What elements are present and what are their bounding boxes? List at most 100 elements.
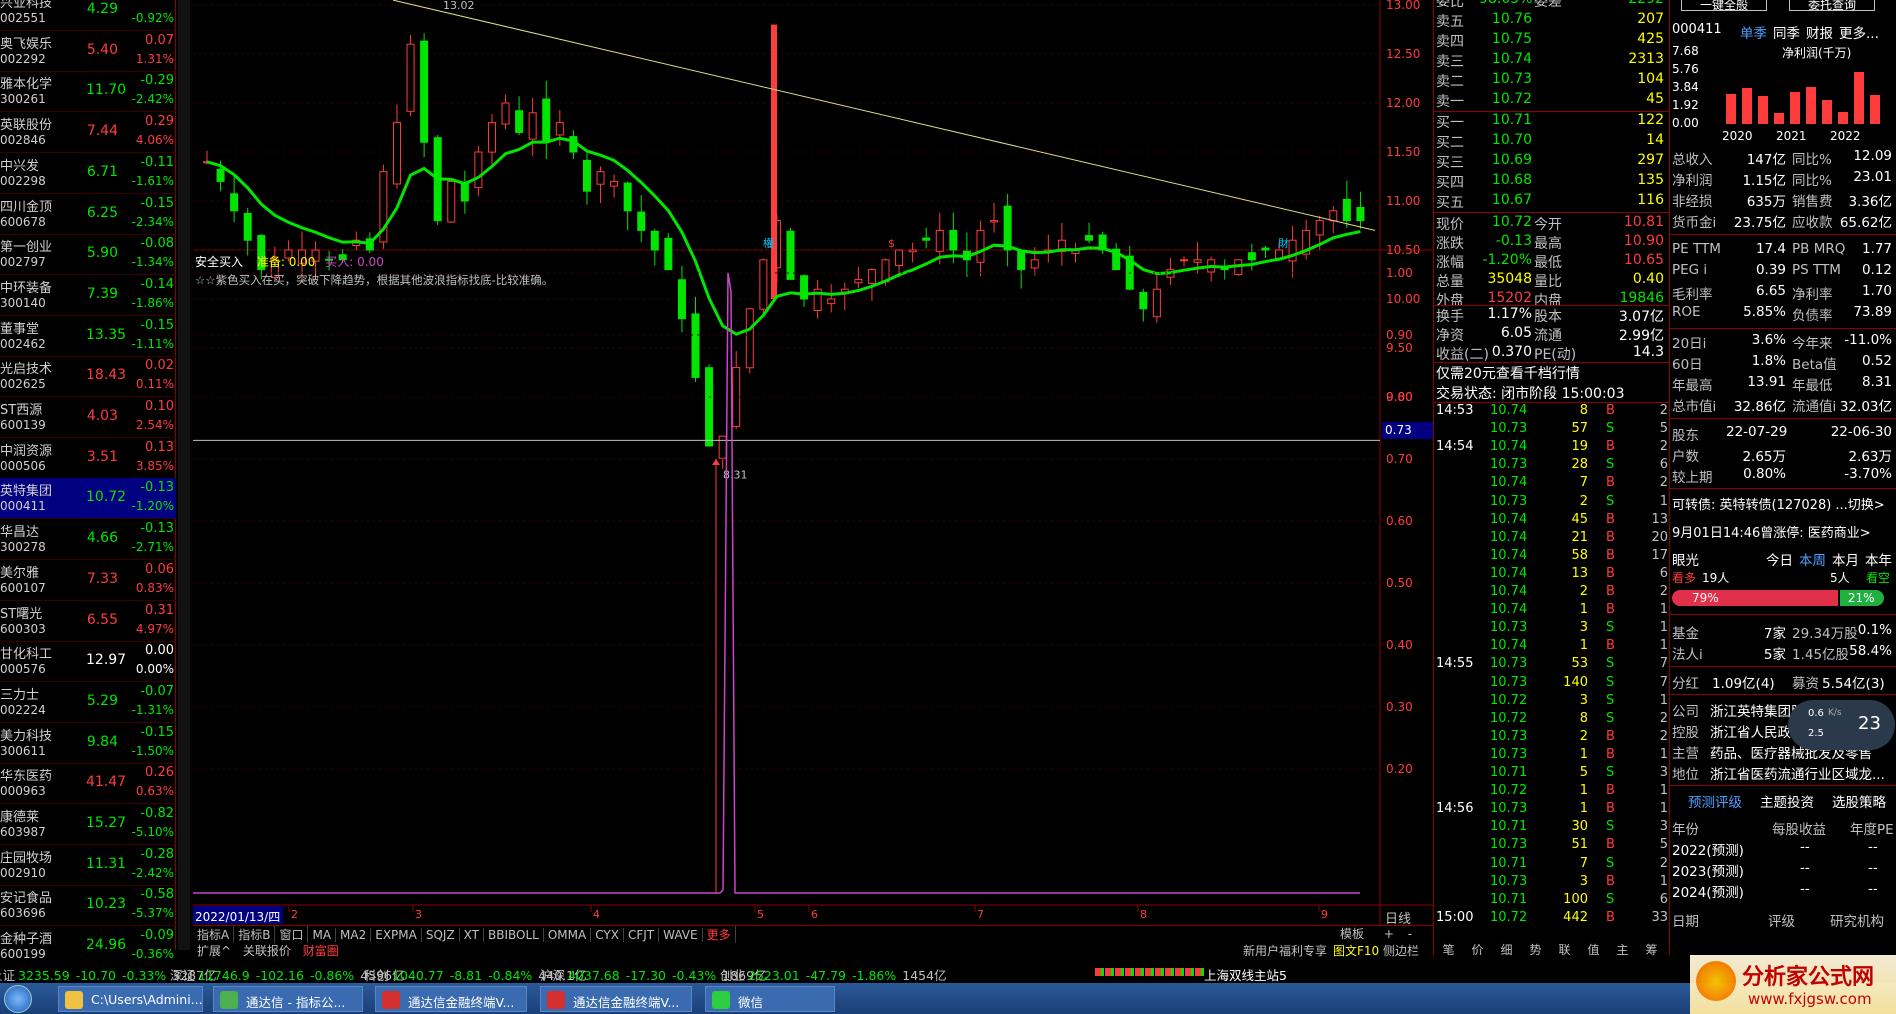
depth-promo[interactable]: 仅需20元查看千档行情 xyxy=(1436,363,1580,383)
network-speed-widget[interactable]: 0.6 2.5 K/s 23 xyxy=(1788,700,1895,750)
stat-label: 现价 xyxy=(1436,217,1464,233)
vision-option[interactable]: 今日 xyxy=(1766,549,1793,569)
stock-row[interactable]: 董事堂 002462 13.35 -0.15 -1.11% xyxy=(0,316,176,357)
stock-row[interactable]: 兴业科技 002551 4.29 -0.92% xyxy=(0,0,176,31)
order-tab[interactable]: 联 xyxy=(1550,941,1579,958)
candle-body xyxy=(677,279,686,320)
taskbar-button[interactable]: 通达信 - 指标公... xyxy=(213,986,363,1012)
kline-chart[interactable]: 13.00 12.50 12.00 11.50 11.00 10.50 10.00 9.50 9… xyxy=(193,0,1433,925)
f10-tab[interactable]: 同季 xyxy=(1773,26,1800,42)
stock-row[interactable]: 金种子酒 600199 24.96 -0.09 -0.36% xyxy=(0,926,176,968)
order-tab[interactable]: 主 xyxy=(1608,941,1637,958)
stock-row[interactable]: 安记食品 603696 10.23 -0.58 -5.37% xyxy=(0,885,176,927)
stock-row[interactable]: 雅本化学 300261 11.70 -0.29 -2.42% xyxy=(0,71,176,113)
index-item[interactable]: 创业 2523.01 -47.79 -1.86% 1454亿 xyxy=(720,965,947,984)
wealth-circle-tab[interactable]: 财富圈 xyxy=(299,944,343,958)
stock-row[interactable]: 美力科技 300611 9.84 -0.15 -1.50% xyxy=(0,723,176,764)
forecast-tab[interactable]: 主题投资 xyxy=(1760,791,1814,811)
chart-area[interactable]: 13.00 12.50 12.00 11.50 11.00 10.50 10.00 9.50 9… xyxy=(193,0,1433,927)
taskbar-button[interactable]: 微信 xyxy=(705,986,835,1012)
indicator-tab[interactable]: BBIBOLL xyxy=(484,928,544,942)
sidebar-link[interactable]: 侧边栏 xyxy=(1383,942,1419,959)
taskbar-button[interactable]: 通达信金融终端V... xyxy=(540,986,692,1012)
indicator-tab[interactable]: MA2 xyxy=(336,928,372,942)
indicator-tab[interactable]: MA xyxy=(308,928,337,942)
stock-row[interactable]: 甘化科工 000576 12.97 0.00 0.00% xyxy=(0,641,176,683)
event-marker[interactable]: $ xyxy=(888,237,895,250)
stock-row[interactable]: 三力士 002224 5.29 -0.07 -1.31% xyxy=(0,682,176,723)
template-button[interactable]: 模板 xyxy=(1340,927,1364,941)
stock-row[interactable]: 光启技术 002625 18.43 0.02 0.11% xyxy=(0,356,176,398)
stock-row[interactable]: 康德莱 603987 15.27 -0.82 -5.10% xyxy=(0,804,176,845)
stock-row[interactable]: 奥飞娱乐 002292 5.40 0.07 1.31% xyxy=(0,31,176,72)
f10-code: 000411 xyxy=(1672,22,1722,37)
tick-price: 10.73 xyxy=(1490,728,1528,744)
vision-option[interactable]: 本年 xyxy=(1865,549,1892,569)
indicator-tab[interactable]: XT xyxy=(460,928,485,942)
bond-link[interactable]: 可转债: 英特转债(127028) ...切换> xyxy=(1672,494,1885,513)
stock-row[interactable]: 华昌达 300278 4.66 -0.13 -2.71% xyxy=(0,519,176,561)
indicator-tab[interactable]: EXPMA xyxy=(371,928,422,942)
taskbar-button[interactable]: C:\Users\Admini... xyxy=(58,986,203,1012)
candle-body xyxy=(908,249,917,253)
order-tab[interactable]: 价 xyxy=(1463,941,1492,958)
forecast-tab[interactable]: 预测评级 xyxy=(1688,791,1742,811)
indicator-tab[interactable]: WAVE xyxy=(659,928,703,942)
list-scrollbar[interactable] xyxy=(178,0,190,950)
ask-volume: 2313 xyxy=(1628,51,1664,67)
news-link[interactable]: 9月01日14:46曾涨停: 医药商业> xyxy=(1672,522,1871,541)
stock-row[interactable]: 第一创业 002797 5.90 -0.08 -1.34% xyxy=(0,234,176,276)
ad-text[interactable]: 新用户福利专享 xyxy=(1243,942,1327,959)
profit-label: 净利润(千万) xyxy=(1782,46,1852,60)
stock-row[interactable]: ST西源 600139 4.03 0.10 2.54% xyxy=(0,397,176,438)
event-marker[interactable]: 權 xyxy=(763,237,774,250)
stock-code: 000411 xyxy=(0,499,46,514)
indicator-tab[interactable]: 更多 xyxy=(703,926,736,943)
order-tab[interactable]: 值 xyxy=(1579,941,1608,958)
bull-count: 19人 xyxy=(1702,571,1730,585)
stock-row[interactable]: 华东医药 000963 41.47 0.26 0.63% xyxy=(0,763,176,805)
indicator-title[interactable]: 安全买入 xyxy=(195,255,243,269)
server-label[interactable]: 上海双线主站5 xyxy=(1204,965,1287,984)
start-button[interactable] xyxy=(4,985,32,1013)
f10-link[interactable]: 图文F10 xyxy=(1333,942,1379,959)
month-label: 7 xyxy=(977,908,984,921)
zoom-in-button[interactable]: + xyxy=(1384,927,1394,941)
expand-tab[interactable]: 扩展^ xyxy=(193,944,235,958)
stock-row[interactable]: ST曙光 600303 6.55 0.31 4.97% xyxy=(0,601,176,642)
stock-row[interactable]: 美尔雅 600107 7.33 0.06 0.83% xyxy=(0,560,176,601)
indicator-tab[interactable]: 窗口 xyxy=(275,926,309,943)
tick-row: 14:53 10.74 8 B 2 xyxy=(1434,403,1670,421)
forecast-tab[interactable]: 选股策略 xyxy=(1832,791,1886,811)
f10-tab[interactable]: 单季 xyxy=(1740,26,1767,42)
stock-row[interactable]: 中润资源 000506 3.51 0.13 3.85% xyxy=(0,438,176,479)
vision-option[interactable]: 本周 xyxy=(1799,549,1826,569)
order-tab[interactable]: 细 xyxy=(1492,941,1521,958)
order-tab[interactable]: 筹 xyxy=(1637,941,1666,958)
f10-tab[interactable]: 财报 xyxy=(1806,26,1833,42)
vision-option[interactable]: 本月 xyxy=(1832,549,1859,569)
one-click-button[interactable]: 一键全般 xyxy=(1681,0,1767,12)
stock-row[interactable]: 英特集团 000411 10.72 -0.13 -1.20% xyxy=(0,478,176,520)
event-marker[interactable]: 財 xyxy=(1278,236,1289,250)
indicator-tab[interactable]: CYX xyxy=(591,928,624,942)
linked-quote-tab[interactable]: 关联报价 xyxy=(239,944,295,958)
order-tab[interactable]: 笔 xyxy=(1434,941,1463,958)
tick-row: 14:54 10.74 19 B 2 xyxy=(1434,439,1670,457)
indicator-tab[interactable]: CFJT xyxy=(624,928,660,942)
zoom-out-button[interactable]: - xyxy=(1408,927,1412,941)
indicator-tab[interactable]: 指标A xyxy=(193,926,235,943)
order-tab[interactable]: 势 xyxy=(1521,941,1550,958)
stock-row[interactable]: 四川金顶 600678 6.25 -0.15 -2.34% xyxy=(0,194,176,235)
indicator-tab[interactable]: SQJZ xyxy=(422,928,460,942)
stock-row[interactable]: 中兴发 002298 6.71 -0.11 -1.61% xyxy=(0,153,176,194)
stock-row[interactable]: 庄园牧场 002910 11.31 -0.28 -2.42% xyxy=(0,845,176,886)
indicator-tab[interactable]: OMMA xyxy=(544,928,592,942)
taskbar-button[interactable]: 通达信金融终端V... xyxy=(375,986,527,1012)
f10-tab[interactable]: 更多... xyxy=(1839,26,1879,42)
indicator-tab[interactable]: 指标B xyxy=(234,926,276,943)
stock-pct: -2.71% xyxy=(131,540,174,555)
stock-row[interactable]: 中环装备 300140 7.39 -0.14 -1.86% xyxy=(0,275,176,316)
stock-row[interactable]: 英联股份 002846 7.44 0.29 4.06% xyxy=(0,112,176,154)
quick-query-button[interactable]: 委托查询 xyxy=(1789,0,1875,12)
